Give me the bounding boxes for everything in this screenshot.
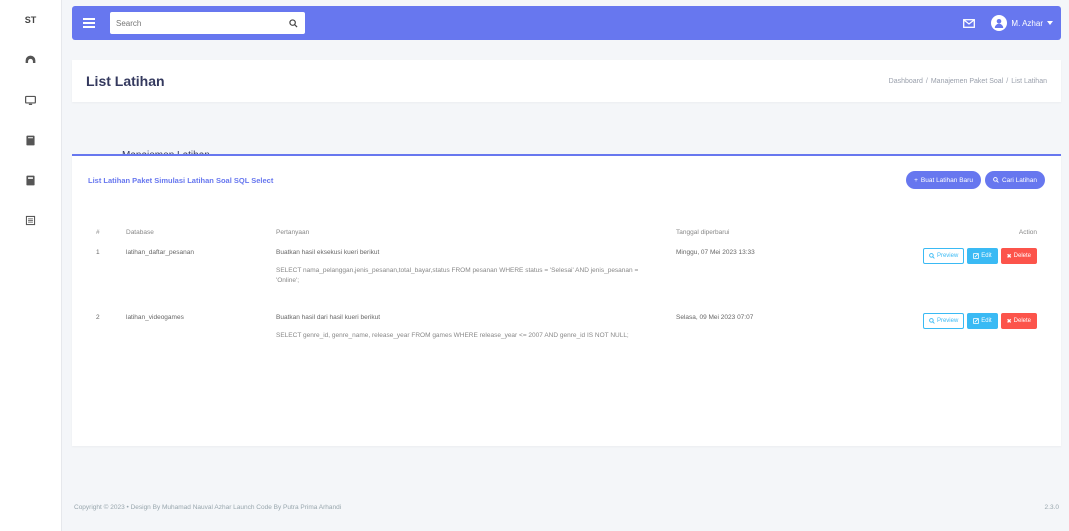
card-header: List Latihan Paket Simulasi Latihan Soal… [72,156,1061,204]
delete-label: Delete [1013,253,1031,259]
row-database: latihan_daftar_pesanan [126,249,194,256]
latihan-card: List Latihan Paket Simulasi Latihan Soal… [72,154,1061,446]
search-icon [993,177,999,183]
trash-icon: ✖ [1006,318,1012,325]
sidebar-item-list[interactable] [0,200,61,240]
user-icon [995,19,1004,28]
edit-icon [973,318,980,325]
card-actions: + Buat Latihan Baru Cari Latihan [906,171,1045,189]
monitor-icon [25,95,36,105]
breadcrumb: Dashboard / Manajemen Paket Soal / List … [889,78,1047,85]
preview-label: Preview [936,253,959,259]
add-latihan-button[interactable]: + Buat Latihan Baru [906,171,981,189]
top-navbar: M. Azhar [72,6,1061,40]
table-row: 2 latihan_videogames Buatkan hasil dari … [88,291,1045,347]
breadcrumb-separator: / [925,77,928,85]
page-header: List Latihan Dashboard / Manajemen Paket… [72,60,1061,102]
navbar-right: M. Azhar [963,15,1053,31]
page-title: List Latihan [86,73,165,89]
breadcrumb-item-current: List Latihan [1011,77,1047,85]
row-date: Minggu, 07 Mei 2023 13:33 [676,249,755,256]
find-latihan-button[interactable]: Cari Latihan [984,171,1045,189]
column-header-question: Pertanyaan [276,228,310,236]
column-header-database: Database [126,228,154,236]
row-question: Buatkan hasil eksekusi kueri berikut SEL… [268,242,668,291]
row-date: Selasa, 09 Mei 2023 07:07 [676,314,754,322]
sidebar-item-monitor[interactable] [0,80,61,120]
question-text: Buatkan hasil dari hasil kueri berikut [276,314,381,322]
calculator-icon [26,175,35,185]
plus-icon: + [914,176,918,184]
user-dropdown[interactable]: M. Azhar [991,15,1053,31]
footer: Copyright © 2023 • Design By Muhamad Nau… [74,504,1059,511]
search-icon [288,18,298,28]
trash-icon: ✖ [1006,253,1012,260]
sidebar-item-dashboard[interactable] [0,40,61,80]
row-question: Buatkan hasil dari hasil kueri berikut S… [268,291,668,347]
envelope-icon [963,18,976,28]
latihan-table: # Database Pertanyaan Tanggal diperbarui… [88,222,1045,347]
preview-button[interactable]: Preview [922,248,965,264]
question-sql: SELECT nama_pelanggan,jenis_pesanan,tota… [276,266,639,284]
delete-button[interactable]: ✖ Delete [1000,313,1037,330]
caret-down-icon [1047,21,1053,25]
table-row: 1 latihan_daftar_pesanan Buatkan hasil e… [88,242,1045,291]
breadcrumb-separator: / [1006,77,1009,85]
edit-icon [973,253,980,259]
add-latihan-label: Buat Latihan Baru [920,176,973,184]
row-number: 1 [96,249,100,256]
edit-label: Edit [981,253,992,259]
row-database: latihan_videogames [126,314,184,322]
edit-label: Edit [981,318,992,325]
sidebar-item-calculator[interactable] [0,160,61,200]
column-header-date: Tanggal diperbarui [676,228,730,236]
search-box [110,12,305,34]
card-title: List Latihan Paket Simulasi Latihan Soal… [88,175,274,185]
breadcrumb-item-paket-soal[interactable]: Manajemen Paket Soal [931,78,1003,85]
delete-button[interactable]: ✖ Delete [1000,248,1037,264]
breadcrumb-item-dashboard[interactable]: Dashboard [889,78,923,85]
question-sql: SELECT genre_id, genre_name, release_yea… [276,332,629,339]
table-header-row: # Database Pertanyaan Tanggal diperbarui… [88,222,1045,242]
dashboard-icon [25,55,36,63]
delete-label: Delete [1013,318,1031,325]
search-button[interactable] [287,17,299,29]
avatar [991,15,1008,31]
user-name: M. Azhar [1011,18,1043,28]
footer-version: 2.3.0 [1044,504,1059,511]
column-header-action: Action [1018,228,1037,236]
message-button[interactable] [963,17,977,29]
preview-label: Preview [936,318,959,325]
sidebar-mini: ST [0,0,62,531]
preview-button[interactable]: Preview [922,313,965,330]
find-latihan-label: Cari Latihan [1001,176,1037,184]
question-text: Buatkan hasil eksekusi kueri berikut [276,249,380,256]
search-icon [929,318,935,324]
sidebar-item-book[interactable] [0,120,61,160]
search-icon [929,253,935,259]
list-icon [25,215,36,225]
edit-button[interactable]: Edit [967,248,998,264]
menu-toggle-button[interactable] [80,14,98,32]
row-actions: Preview Edit ✖ Delete [878,291,1045,347]
book-icon [26,135,35,145]
sidebar-brand[interactable]: ST [0,0,61,40]
edit-button[interactable]: Edit [967,313,998,330]
footer-copyright: Copyright © 2023 • Design By Muhamad Nau… [74,504,342,511]
hamburger-icon [83,18,95,28]
column-header-number: # [96,228,100,236]
row-actions: Preview Edit ✖ Delete [878,242,1045,291]
search-input[interactable] [116,18,287,28]
row-number: 2 [96,314,100,322]
